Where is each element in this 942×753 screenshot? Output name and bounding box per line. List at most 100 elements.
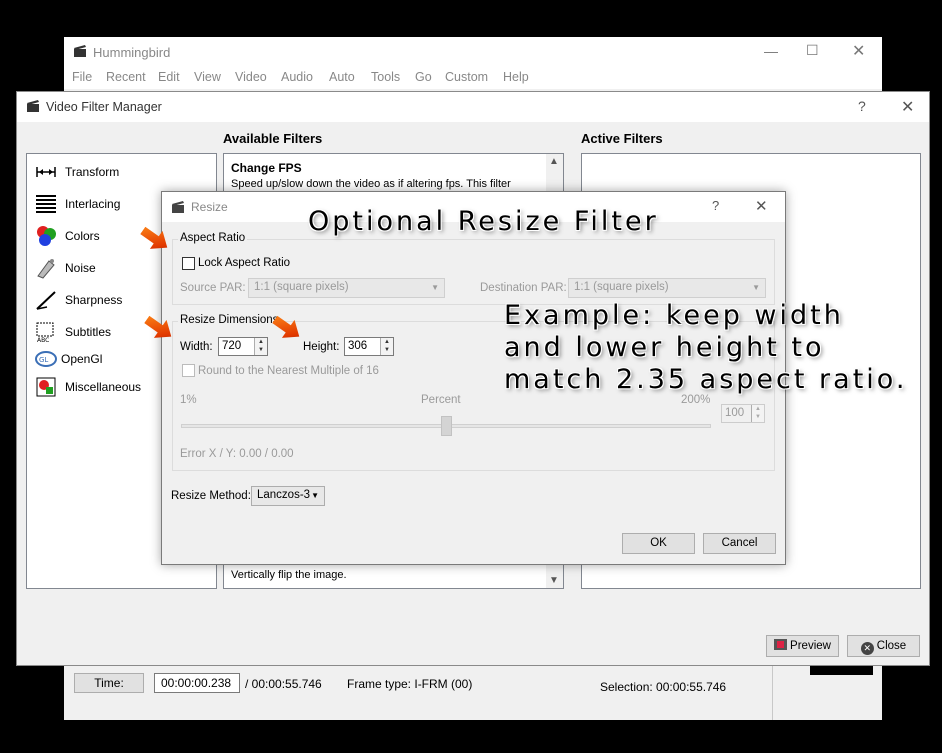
category-colors[interactable]: Colors [35,224,100,248]
menu-help[interactable]: Help [503,70,529,84]
menu-bar: File Recent Edit View Video Audio Auto T… [64,67,882,89]
vfm-title: Video Filter Manager [46,100,162,114]
width-spinbox[interactable]: 720 ▲ ▼ [218,337,268,356]
source-par-label: Source PAR: [180,282,246,294]
main-window-title: Hummingbird [93,45,171,60]
lock-aspect-label: Lock Aspect Ratio [198,257,291,269]
spin-arrows-icon[interactable]: ▲ ▼ [751,405,764,422]
maximize-icon[interactable]: ☐ [806,42,819,59]
noise-icon [35,257,57,279]
source-par-value: 1:1 (square pixels) [254,281,349,293]
category-label: Miscellaneous [65,380,142,394]
annotation-note-line: match 2.35 aspect ratio. [504,364,908,395]
category-interlacing[interactable]: Interlacing [35,192,120,216]
cancel-button[interactable]: Cancel [703,533,776,554]
clapper-icon [73,44,87,58]
close-icon[interactable]: ✕ [755,197,768,215]
resize-method-label: Resize Method: [171,490,251,502]
source-par-select[interactable]: 1:1 (square pixels) ▼ [248,278,445,298]
chevron-down-icon: ▼ [431,283,439,292]
percent-label: Percent [421,394,461,406]
category-opengl[interactable]: GL OpenGl [35,347,102,371]
menu-edit[interactable]: Edit [158,70,180,84]
interlacing-icon [35,193,57,215]
spin-arrows-icon[interactable]: ▲ ▼ [380,338,393,355]
close-icon[interactable]: ✕ [901,97,914,117]
menu-audio[interactable]: Audio [281,70,313,84]
category-label: Interlacing [65,197,121,211]
chevron-down-icon: ▼ [752,283,760,292]
resize-method-select[interactable]: Lanczos-3 ▼ [251,486,325,506]
selection-text: Selection: 00:00:55.746 [600,680,727,694]
category-sharpness[interactable]: Sharpness [35,288,122,312]
clapper-icon [171,200,185,214]
svg-text:ABC: ABC [37,337,49,343]
resize-title: Resize [191,200,228,214]
category-label: Sharpness [65,293,123,307]
annotation-note-line: Example: keep width [504,300,844,331]
main-title-bar: Hummingbird — ☐ ✕ [64,37,882,67]
category-label: Subtitles [65,325,112,339]
available-filters-heading: Available Filters [223,131,323,146]
height-value: 306 [348,340,368,352]
menu-go[interactable]: Go [415,70,432,84]
scroll-up-icon[interactable]: ▲ [549,156,559,167]
active-filters-heading: Active Filters [581,131,663,146]
round-multiple-checkbox[interactable] [182,364,195,377]
minimize-icon[interactable]: — [764,43,778,59]
round-multiple-label: Round to the Nearest Multiple of 16 [198,365,379,377]
status-bar: Time: 00:00:00.238 / 00:00:55.746 Frame … [64,665,882,720]
menu-file[interactable]: File [72,70,92,84]
menu-custom[interactable]: Custom [445,70,488,84]
subtitles-icon: ABC [35,321,57,344]
annotation-note: Example: keep width and lower height to … [504,300,907,396]
close-icon[interactable]: ✕ [852,41,865,61]
close-button[interactable]: ✕ Close [847,635,920,657]
height-spinbox[interactable]: 306 ▲ ▼ [344,337,394,356]
percent-slider-track[interactable] [181,416,711,436]
preview-button[interactable]: Preview [766,635,839,657]
dest-par-select[interactable]: 1:1 (square pixels) ▼ [568,278,766,298]
frame-type-text: Frame type: I-FRM (00) [347,677,473,691]
spin-arrows-icon[interactable]: ▲ ▼ [254,338,267,355]
menu-video[interactable]: Video [235,70,267,84]
opengl-icon: GL [35,348,57,370]
percent-slider-handle[interactable] [441,416,452,436]
height-label: Height: [303,341,340,353]
category-miscellaneous[interactable]: Miscellaneous [35,375,141,399]
resize-method-value: Lanczos-3 [257,489,311,501]
error-text: Error X / Y: 0.00 / 0.00 [180,448,294,460]
menu-view[interactable]: View [194,70,221,84]
time-button[interactable]: Time: [74,673,144,693]
ok-button[interactable]: OK [622,533,695,554]
menu-tools[interactable]: Tools [371,70,400,84]
category-subtitles[interactable]: ABC Subtitles [35,320,111,344]
percent-spinbox[interactable]: 100 ▲ ▼ [721,404,765,423]
scroll-down-icon[interactable]: ▼ [549,575,559,586]
sharpness-icon [35,289,57,311]
duration-text: / 00:00:55.746 [245,677,322,691]
aspect-ratio-group-label: Aspect Ratio [178,232,248,244]
clapper-icon [26,99,40,113]
menu-recent[interactable]: Recent [106,70,146,84]
status-divider [772,665,773,720]
film-icon [774,637,788,650]
annotation-note-line: and lower height to [504,332,825,363]
help-icon[interactable]: ? [712,198,719,213]
transform-icon [35,161,57,183]
svg-text:GL: GL [39,356,48,364]
percent-min-label: 1% [180,394,197,406]
lock-aspect-checkbox[interactable] [182,257,195,270]
filter-description: Speed up/slow down the video as if alter… [231,178,511,190]
category-transform[interactable]: Transform [35,160,119,184]
dest-par-value: 1:1 (square pixels) [574,281,669,293]
filter-description: Vertically flip the image. [231,569,347,581]
time-field[interactable]: 00:00:00.238 [154,673,240,693]
category-label: OpenGl [61,352,103,366]
menu-auto[interactable]: Auto [329,70,355,84]
category-label: Colors [65,229,100,243]
help-icon[interactable]: ? [858,98,866,114]
filter-name[interactable]: Change FPS [231,161,302,175]
close-circle-icon: ✕ [860,642,874,655]
category-noise[interactable]: Noise [35,256,96,280]
